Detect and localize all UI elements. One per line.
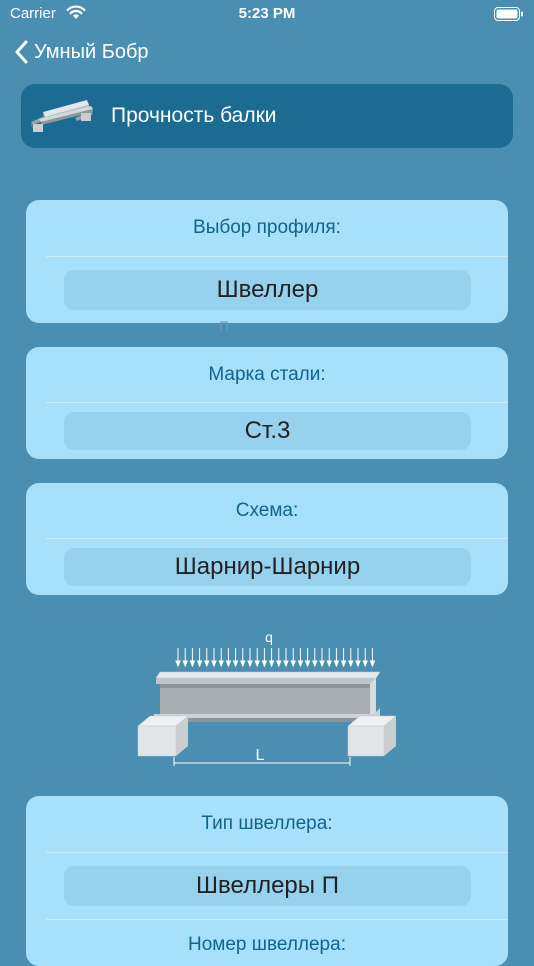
load-arrow-head bbox=[175, 660, 181, 668]
load-arrow-head bbox=[304, 660, 311, 668]
length-label: L bbox=[256, 747, 265, 764]
divider bbox=[46, 538, 508, 539]
back-button[interactable]: Умный Бобр bbox=[14, 40, 149, 64]
scheme-label: Схема: bbox=[235, 500, 299, 521]
load-arrow-head bbox=[261, 660, 268, 668]
channel-card: Тип швеллера: Швеллеры П Номер швеллера: bbox=[26, 796, 508, 966]
scheme-card: Схема: Шарнир-Шарнир bbox=[26, 483, 508, 595]
profile-card: Выбор профиля: Швеллер bbox=[26, 200, 508, 323]
divider bbox=[46, 402, 508, 403]
battery-icon bbox=[494, 7, 523, 21]
load-arrow-head bbox=[312, 660, 318, 668]
load-arrow-head bbox=[254, 660, 260, 668]
back-button-label: Умный Бобр bbox=[34, 40, 149, 63]
load-arrow-head bbox=[240, 660, 246, 668]
channel-type-selector[interactable]: Швеллеры П bbox=[64, 866, 471, 906]
load-arrow-head bbox=[218, 660, 224, 668]
load-arrow-head bbox=[247, 660, 253, 668]
scheme-selector[interactable]: Шарнир-Шарнир bbox=[64, 548, 471, 586]
channel-type-label: Тип швеллера: bbox=[201, 813, 333, 834]
divider bbox=[46, 852, 508, 853]
load-label: q bbox=[265, 629, 273, 645]
load-arrow-head bbox=[362, 660, 368, 668]
navigation-bar: Умный Бобр bbox=[0, 34, 534, 74]
load-arrow-head bbox=[211, 660, 217, 668]
profile-ghost-text: П bbox=[219, 318, 230, 334]
load-arrow-head bbox=[189, 660, 196, 668]
load-arrow-head bbox=[333, 660, 340, 668]
load-arrow-head bbox=[225, 660, 232, 668]
load-arrow-head bbox=[355, 660, 361, 668]
divider bbox=[46, 256, 508, 257]
profile-selector[interactable]: Швеллер bbox=[64, 270, 471, 310]
load-arrow-head bbox=[340, 660, 347, 668]
load-arrow-head bbox=[276, 660, 282, 668]
steel-card: Марка стали: Ст.3 bbox=[26, 347, 508, 459]
profile-label: Выбор профиля: bbox=[193, 217, 341, 238]
divider bbox=[46, 919, 508, 920]
load-arrow-head bbox=[348, 660, 354, 668]
load-arrow-head bbox=[319, 660, 325, 668]
beam-scheme-diagram: q L bbox=[137, 629, 397, 766]
clock: 5:23 PM bbox=[238, 5, 296, 22]
load-arrow-head bbox=[204, 660, 210, 668]
steel-label: Марка стали: bbox=[208, 364, 326, 385]
beam-icon bbox=[31, 100, 93, 132]
status-bar: Carrier 5:23 PM bbox=[0, 0, 534, 28]
channel-number-label: Номер швеллера: bbox=[188, 934, 346, 955]
load-arrows bbox=[175, 648, 376, 668]
load-arrow-head bbox=[326, 660, 332, 668]
screen-title: Прочность балки bbox=[111, 104, 277, 127]
load-arrow-head bbox=[283, 660, 289, 668]
screen-header: Прочность балки bbox=[21, 84, 513, 148]
steel-selector[interactable]: Ст.3 bbox=[64, 412, 471, 450]
load-arrow-head bbox=[182, 660, 188, 668]
load-arrow-head bbox=[297, 660, 304, 668]
load-arrow-head bbox=[268, 660, 275, 668]
load-arrow-head bbox=[290, 660, 296, 668]
chevron-left-icon bbox=[15, 40, 28, 64]
load-arrow-head bbox=[196, 660, 203, 668]
load-arrow-head bbox=[369, 660, 376, 668]
load-arrow-head bbox=[232, 660, 239, 668]
